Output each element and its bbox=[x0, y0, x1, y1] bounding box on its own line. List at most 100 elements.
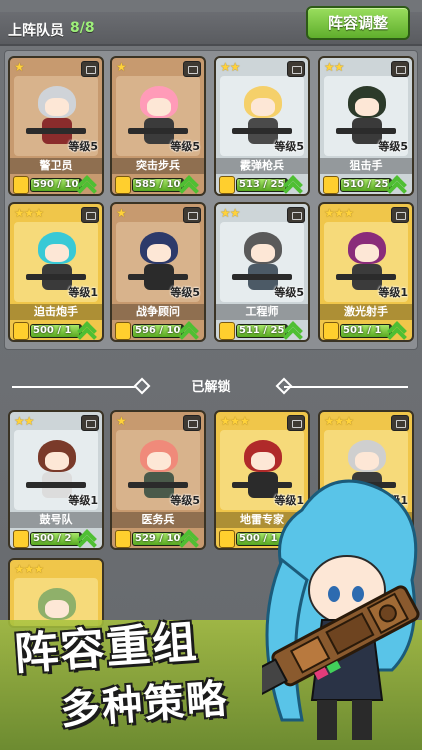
unit-exp-text: 513 / 25 bbox=[239, 179, 285, 190]
star-icon: ★ bbox=[33, 562, 45, 576]
unit-card[interactable]: ★★★ 等级1 激光射手 501 / 1 bbox=[318, 202, 414, 342]
unit-card[interactable]: ★★ 等级5 狙击手 510 / 25 bbox=[318, 56, 414, 196]
unit-class-icon bbox=[81, 415, 99, 431]
unit-card[interactable]: ★ 等级5 警卫员 590 / 10 bbox=[8, 56, 104, 196]
upgrade-chevron-icon[interactable] bbox=[76, 174, 100, 194]
unit-class-icon bbox=[287, 415, 305, 431]
unit-face bbox=[251, 452, 275, 470]
upgrade-chevron-icon[interactable] bbox=[282, 174, 306, 194]
unit-exp-bar: 501 / 1 bbox=[340, 324, 392, 338]
star-icon: ★ bbox=[116, 414, 127, 428]
puzzle-piece-icon bbox=[13, 322, 29, 340]
game-screen: 上阵队员 8/8 阵容调整 已解锁 ★ 等级5 警卫员 590 / 10 ★ 等级5 突击步… bbox=[0, 0, 422, 750]
puzzle-piece-icon bbox=[13, 176, 29, 194]
unit-card[interactable]: ★ 等级5 战争顾问 596 / 10 bbox=[110, 202, 206, 342]
promo-headline-2: 多种策略 bbox=[58, 676, 230, 734]
upgrade-chevron-icon[interactable] bbox=[76, 320, 100, 340]
unit-weapon bbox=[26, 128, 86, 134]
star-icon: ★ bbox=[324, 206, 335, 220]
upgrade-chevron-icon[interactable] bbox=[178, 174, 202, 194]
unit-card[interactable]: ★★★ 等级1 迫击炮手 500 / 1 bbox=[8, 202, 104, 342]
puzzle-piece-icon bbox=[219, 176, 235, 194]
rarity-stars: ★★★ bbox=[324, 206, 355, 220]
unit-weapon bbox=[26, 482, 86, 488]
unit-level: 等级1 bbox=[68, 494, 98, 507]
unit-weapon bbox=[128, 482, 188, 488]
star-icon: ★ bbox=[229, 414, 241, 428]
unit-class-icon bbox=[183, 207, 201, 223]
rarity-stars: ★★ bbox=[220, 206, 241, 220]
star-icon: ★ bbox=[239, 414, 251, 428]
unit-class-icon bbox=[391, 207, 409, 223]
rarity-stars: ★ bbox=[14, 60, 25, 74]
unit-face bbox=[251, 244, 275, 262]
rarity-stars: ★★★ bbox=[324, 414, 355, 428]
star-icon: ★ bbox=[343, 206, 355, 220]
unit-exp-text: 585 / 10 bbox=[135, 179, 181, 190]
unit-exp-bar: 513 / 25 bbox=[236, 178, 288, 192]
team-title: 上阵队员 bbox=[8, 23, 64, 39]
unit-exp-bar: 585 / 10 bbox=[132, 178, 184, 192]
unit-exp-text: 501 / 1 bbox=[343, 325, 382, 336]
unit-face bbox=[45, 452, 69, 470]
unit-exp-text: 500 / 1 bbox=[33, 325, 72, 336]
rarity-stars: ★★★ bbox=[220, 414, 251, 428]
unit-level: 等级5 bbox=[378, 140, 408, 153]
star-icon: ★ bbox=[116, 206, 127, 220]
unit-name: 战争顾问 bbox=[112, 304, 204, 320]
unit-face bbox=[355, 244, 379, 262]
upgrade-chevron-icon[interactable] bbox=[178, 320, 202, 340]
star-icon: ★ bbox=[333, 206, 345, 220]
unit-exp-text: 510 / 25 bbox=[343, 179, 389, 190]
unit-level: 等级1 bbox=[378, 286, 408, 299]
unit-level: 等级5 bbox=[68, 140, 98, 153]
star-icon: ★ bbox=[33, 206, 45, 220]
unit-name: 鼓号队 bbox=[10, 512, 102, 528]
lineup-adjust-button[interactable]: 阵容调整 bbox=[306, 6, 410, 40]
unit-name: 医务兵 bbox=[112, 512, 204, 528]
unit-level: 等级5 bbox=[274, 286, 304, 299]
rarity-stars: ★★ bbox=[220, 60, 241, 74]
unit-level: 等级5 bbox=[274, 140, 304, 153]
puzzle-piece-icon bbox=[115, 322, 131, 340]
rarity-stars: ★★ bbox=[14, 414, 35, 428]
star-icon: ★ bbox=[343, 414, 355, 428]
unit-card[interactable]: ★ 等级5 突击步兵 585 / 10 bbox=[110, 56, 206, 196]
unit-card[interactable]: ★★ 等级5 工程师 511 / 25 bbox=[214, 202, 310, 342]
upgrade-chevron-icon[interactable] bbox=[386, 174, 410, 194]
unit-exp-text: 500 / 2 bbox=[33, 533, 72, 544]
unit-card[interactable]: ★★ 等级1 鼓号队 500 / 2 bbox=[8, 410, 104, 550]
star-icon: ★ bbox=[14, 206, 25, 220]
unit-face bbox=[147, 452, 171, 470]
unit-face bbox=[355, 452, 379, 470]
rarity-stars: ★ bbox=[116, 206, 127, 220]
unit-face bbox=[45, 244, 69, 262]
rarity-stars: ★ bbox=[116, 414, 127, 428]
upgrade-chevron-icon[interactable] bbox=[76, 528, 100, 548]
unit-card[interactable]: ★ 等级5 医务兵 529 / 10 bbox=[110, 410, 206, 550]
unit-exp-bar: 500 / 1 bbox=[30, 324, 82, 338]
unit-level: 等级5 bbox=[170, 494, 200, 507]
unit-face bbox=[251, 98, 275, 116]
unit-card[interactable]: ★★ 等级5 霰弹枪兵 513 / 25 bbox=[214, 56, 310, 196]
unit-name: 警卫员 bbox=[10, 158, 102, 174]
upgrade-chevron-icon[interactable] bbox=[386, 320, 410, 340]
rarity-stars: ★★★ bbox=[14, 562, 45, 576]
unit-face bbox=[147, 244, 171, 262]
star-icon: ★ bbox=[23, 562, 35, 576]
unit-exp-bar: 511 / 25 bbox=[236, 324, 288, 338]
upgrade-chevron-icon[interactable] bbox=[282, 320, 306, 340]
star-icon: ★ bbox=[14, 414, 25, 428]
unit-exp-bar: 500 / 2 bbox=[30, 532, 82, 546]
unit-class-icon bbox=[183, 415, 201, 431]
upgrade-chevron-icon[interactable] bbox=[178, 528, 202, 548]
star-icon: ★ bbox=[14, 60, 25, 74]
unit-face bbox=[147, 98, 171, 116]
unit-level: 等级5 bbox=[170, 286, 200, 299]
unit-class-icon bbox=[391, 61, 409, 77]
unit-face bbox=[355, 98, 379, 116]
unit-face bbox=[45, 98, 69, 116]
puzzle-piece-icon bbox=[115, 530, 131, 548]
unit-class-icon bbox=[287, 61, 305, 77]
unit-exp-text: 596 / 10 bbox=[135, 325, 181, 336]
